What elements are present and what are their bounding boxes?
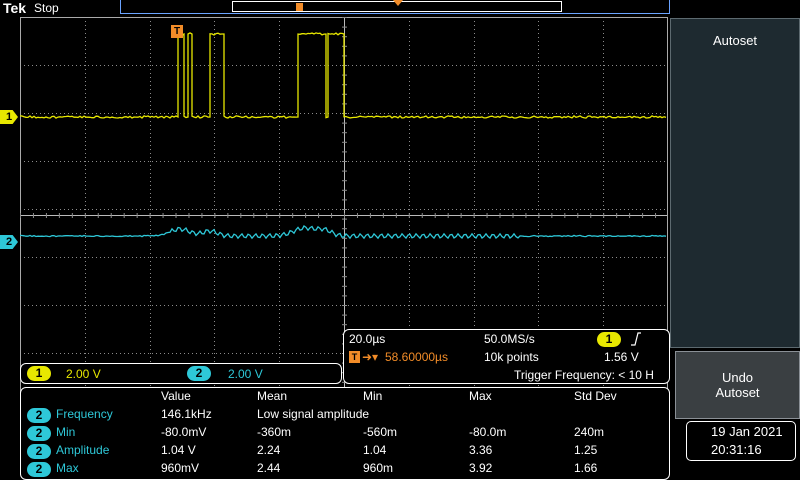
measurement-value: 146.1kHz <box>161 407 212 421</box>
ch2-badge: 2 <box>187 366 211 381</box>
autoset-label: Autoset <box>712 33 758 48</box>
measurement-header: Value Mean Min Max Std Dev <box>21 389 669 407</box>
measurement-table[interactable]: Value Mean Min Max Std Dev 2 Frequency 146… <box>20 387 670 480</box>
ch2-waveform <box>20 225 667 240</box>
trigger-position-marker[interactable]: T <box>171 25 183 38</box>
measurement-min: 1.04 <box>363 443 387 457</box>
measurement-mean: Low signal amplitude <box>257 407 370 421</box>
measurement-mean: -360m <box>257 425 292 439</box>
measurement-std: 1.66 <box>574 461 598 475</box>
vertical-scale-panel[interactable]: 1 2.00 V 2 2.00 V <box>20 363 342 384</box>
measurement-name: Max <box>56 461 79 475</box>
ch2-scale: 2.00 V <box>228 367 263 381</box>
sample-rate: 50.0MS/s <box>484 332 535 346</box>
measurement-max: 3.92 <box>469 461 493 475</box>
measurement-name: Frequency <box>56 407 113 421</box>
measurement-value: -80.0mV <box>161 425 207 439</box>
header-max: Max <box>469 389 492 403</box>
trigger-arrow-icon: ➜▾ <box>362 350 379 364</box>
trigger-level: 1.56 V <box>604 350 639 364</box>
measurement-min: 960m <box>363 461 394 475</box>
date-time-display: 19 Jan 2021 20:31:16 <box>686 421 796 461</box>
time: 20:31:16 <box>711 442 762 457</box>
record-length: 10k points <box>484 350 539 364</box>
measurement-std: 240m <box>574 425 605 439</box>
measurement-std: 1.25 <box>574 443 598 457</box>
undo-autoset-button[interactable]: Undo Autoset <box>675 351 800 419</box>
measurement-max: 3.36 <box>469 443 493 457</box>
undo-label-line1: Undo <box>721 370 754 385</box>
brand-logo: Tek <box>3 0 27 16</box>
record-trigger-marker <box>296 3 303 11</box>
ch2-marker-label: 2 <box>5 236 13 248</box>
measurement-row[interactable]: 2 Frequency 146.1kHz Low signal amplitude <box>21 407 669 425</box>
measurement-row[interactable]: 2 Min -80.0mV -360m -560m -80.0m 240m <box>21 425 669 443</box>
undo-label-line2: Autoset <box>715 385 760 400</box>
autoset-button[interactable]: Autoset <box>670 18 800 348</box>
trigger-position-icon: T <box>349 351 360 363</box>
header-std-dev: Std Dev <box>574 389 617 403</box>
measurement-row[interactable]: 2 Amplitude 1.04 V 2.24 1.04 3.36 1.25 <box>21 443 669 461</box>
timebase-trigger-panel[interactable]: 20.0µs 50.0MS/s 1 T ➜▾ 58.60000µs 10k po… <box>343 329 670 384</box>
measurement-row[interactable]: 2 Max 960mV 2.44 960m 3.92 1.66 <box>21 461 669 479</box>
ch1-marker-label: 1 <box>5 111 13 123</box>
measurement-channel-badge: 2 <box>27 444 51 459</box>
header-mean: Mean <box>257 389 288 403</box>
measurement-channel-badge: 2 <box>27 408 51 423</box>
measurement-name: Amplitude <box>56 443 110 457</box>
header-value: Value <box>161 389 191 403</box>
trigger-marker-label: T <box>173 26 181 37</box>
measurement-value: 960mV <box>161 461 200 475</box>
ch1-scale: 2.00 V <box>66 367 101 381</box>
measurement-min: -560m <box>363 425 398 439</box>
measurement-mean: 2.44 <box>257 461 281 475</box>
ch1-offset-marker[interactable]: 1 <box>0 110 18 124</box>
ch1-badge: 1 <box>27 366 51 381</box>
trigger-source-badge: 1 <box>597 332 621 347</box>
acquisition-state: Stop <box>34 1 59 15</box>
horizontal-position-marker[interactable] <box>393 0 403 6</box>
measurement-value: 1.04 V <box>161 443 196 457</box>
measurement-mean: 2.24 <box>257 443 281 457</box>
measurement-channel-badge: 2 <box>27 426 51 441</box>
measurement-max: -80.0m <box>469 425 507 439</box>
measurement-name: Min <box>56 425 76 439</box>
trigger-position-value: 58.60000µs <box>385 350 448 364</box>
brand-status: Tek Stop <box>0 0 70 16</box>
trigger-frequency: Trigger Frequency: < 10 H <box>514 368 654 382</box>
measurement-channel-badge: 2 <box>27 462 51 477</box>
horizontal-scale: 20.0µs <box>349 332 386 346</box>
header-min: Min <box>363 389 383 403</box>
rising-edge-icon <box>631 332 641 351</box>
ch2-offset-marker[interactable]: 2 <box>0 235 18 249</box>
date: 19 Jan 2021 <box>711 424 783 439</box>
